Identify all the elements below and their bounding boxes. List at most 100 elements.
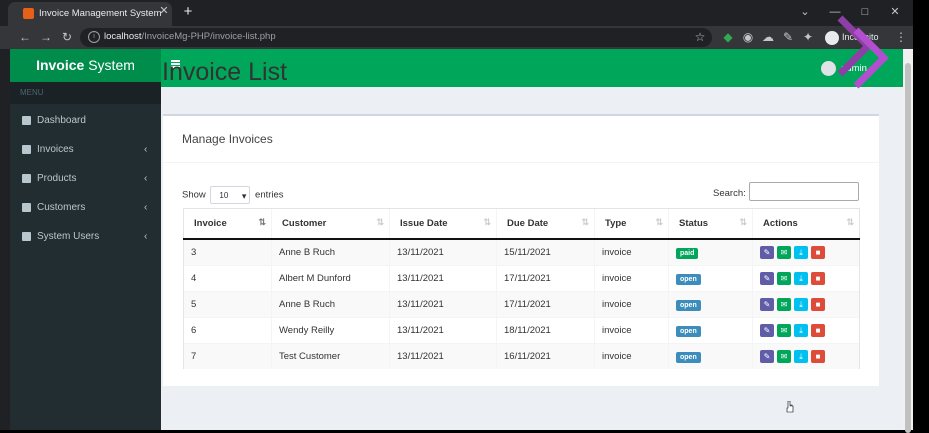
info-icon[interactable]: i [88, 31, 100, 43]
sort-icon: ⇅ [846, 217, 854, 227]
column-header-customer[interactable]: Customer ⇅ [271, 208, 390, 240]
delete-button[interactable]: ■ [811, 298, 825, 311]
column-header-label: Issue Date [400, 218, 448, 229]
download-button[interactable]: ⤓ [794, 272, 808, 285]
tab-search-icon[interactable]: ⌄ [796, 3, 814, 21]
column-header-type[interactable]: Type ⇅ [594, 208, 669, 240]
delete-button[interactable]: ■ [811, 246, 825, 259]
column-header-invoice[interactable]: Invoice ⇅ [183, 208, 272, 240]
delete-button[interactable]: ■ [811, 272, 825, 285]
column-header-status[interactable]: Status ⇅ [668, 208, 753, 240]
table-header-row: Invoice ⇅ Customer ⇅ Issue Date ⇅ Due Date ⇅… [183, 208, 860, 240]
column-header-actions[interactable]: Actions ⇅ [752, 208, 860, 240]
scrollbar[interactable] [903, 49, 913, 433]
sidebar-item-label: Products [37, 173, 77, 184]
email-button[interactable]: ✉ [777, 272, 791, 285]
email-button[interactable]: ✉ [777, 298, 791, 311]
sort-icon: ⇅ [655, 217, 663, 227]
download-button[interactable]: ⤓ [794, 246, 808, 259]
reload-icon[interactable]: ↻ [59, 29, 75, 45]
extension-icon[interactable]: ◆ [720, 29, 736, 45]
cell-due-date: 17/11/2021 [496, 265, 595, 292]
edit-button[interactable]: ✎ [760, 298, 774, 311]
cell-type: invoice [594, 291, 669, 318]
cloud-icon[interactable]: ☁ [760, 29, 776, 45]
brand-bold: Invoice [36, 57, 85, 73]
tab-strip: Invoice Management System ✕ + ⌄ — □ ✕ [0, 0, 913, 26]
box-title: Manage Invoices [182, 132, 273, 146]
menu-header: MENU [10, 82, 161, 104]
watermark-logo [837, 15, 889, 89]
bookmark-star-icon[interactable]: ☆ [692, 29, 708, 45]
email-button[interactable]: ✉ [777, 350, 791, 363]
cell-invoice: 4 [183, 265, 272, 292]
hand-cursor-icon [786, 401, 794, 413]
screen-edge [913, 0, 929, 430]
address-bar[interactable]: i localhost/InvoiceMg-PHP/invoice-list.p… [80, 28, 712, 47]
sidebar-item-system-users[interactable]: System Users ‹ [10, 222, 161, 251]
cell-issue-date: 13/11/2021 [389, 238, 497, 266]
manage-invoices-box: Manage Invoices Show 10 entries Search: … [163, 114, 879, 386]
puzzle-icon[interactable]: ✦ [800, 29, 816, 45]
browser-tab[interactable]: Invoice Management System [8, 2, 172, 26]
kebab-menu-icon[interactable]: ⋮ [893, 29, 909, 45]
cell-invoice: 6 [183, 317, 272, 344]
email-button[interactable]: ✉ [777, 246, 791, 259]
edit-button[interactable]: ✎ [760, 272, 774, 285]
download-button[interactable]: ⤓ [794, 350, 808, 363]
cell-type: invoice [594, 265, 669, 292]
entries-value: 10 [219, 191, 229, 200]
cell-type: invoice [594, 343, 669, 369]
close-tab-icon[interactable]: ✕ [158, 4, 170, 18]
sidebar-item-dashboard[interactable]: Dashboard [10, 106, 161, 135]
pen-icon[interactable]: ✎ [780, 29, 796, 45]
column-header-label: Type [605, 218, 627, 229]
sidebar: Invoice System MENU Dashboard Invoices ‹… [10, 49, 161, 430]
url-host: localhost [104, 31, 142, 42]
status-badge: paid [676, 247, 699, 259]
cell-invoice: 5 [183, 291, 272, 318]
sidebar-item-customers[interactable]: Customers ‹ [10, 193, 161, 222]
sidebar-item-label: Customers [37, 202, 86, 213]
cell-actions: ✎ ✉ ⤓ ■ [752, 317, 860, 344]
cell-customer: Wendy Reilly [271, 317, 390, 344]
search-input[interactable] [749, 182, 859, 201]
edit-button[interactable]: ✎ [760, 324, 774, 337]
cell-customer: Test Customer [271, 343, 390, 369]
column-header-due-date[interactable]: Due Date ⇅ [496, 208, 595, 240]
products-icon [22, 174, 31, 183]
chevron-left-icon: ‹ [144, 173, 148, 184]
sort-asc-icon: ⇅ [258, 217, 266, 227]
email-button[interactable]: ✉ [777, 324, 791, 337]
brand-rest: System [84, 57, 135, 73]
back-icon[interactable]: ← [17, 29, 33, 45]
download-button[interactable]: ⤓ [794, 298, 808, 311]
sidebar-item-products[interactable]: Products ‹ [10, 164, 161, 193]
scrollbar-thumb[interactable] [905, 63, 911, 433]
download-button[interactable]: ⤓ [794, 324, 808, 337]
column-header-issue-date[interactable]: Issue Date ⇅ [389, 208, 497, 240]
cell-due-date: 16/11/2021 [496, 343, 595, 369]
edit-button[interactable]: ✎ [760, 350, 774, 363]
sidebar-item-invoices[interactable]: Invoices ‹ [10, 135, 161, 164]
forward-icon[interactable]: → [38, 29, 54, 45]
camera-icon[interactable]: ◉ [740, 29, 756, 45]
cell-type: invoice [594, 317, 669, 344]
table-row: 5 Anne B Ruch 13/11/2021 17/11/2021 invo… [183, 291, 860, 318]
new-tab-button[interactable]: + [180, 3, 196, 21]
tab-title: Invoice Management System [39, 8, 162, 19]
cell-status: paid [668, 238, 753, 266]
status-badge: open [676, 325, 701, 337]
box-header: Manage Invoices [163, 116, 879, 163]
delete-button[interactable]: ■ [811, 350, 825, 363]
cell-invoice: 3 [183, 238, 272, 266]
column-header-label: Status [679, 218, 709, 229]
edit-button[interactable]: ✎ [760, 246, 774, 259]
entries-select[interactable]: 10 [210, 186, 251, 205]
delete-button[interactable]: ■ [811, 324, 825, 337]
brand-logo[interactable]: Invoice System [10, 49, 161, 82]
cell-actions: ✎ ✉ ⤓ ■ [752, 265, 860, 292]
cell-due-date: 18/11/2021 [496, 317, 595, 344]
cell-customer: Anne B Ruch [271, 291, 390, 318]
cell-due-date: 15/11/2021 [496, 238, 595, 266]
